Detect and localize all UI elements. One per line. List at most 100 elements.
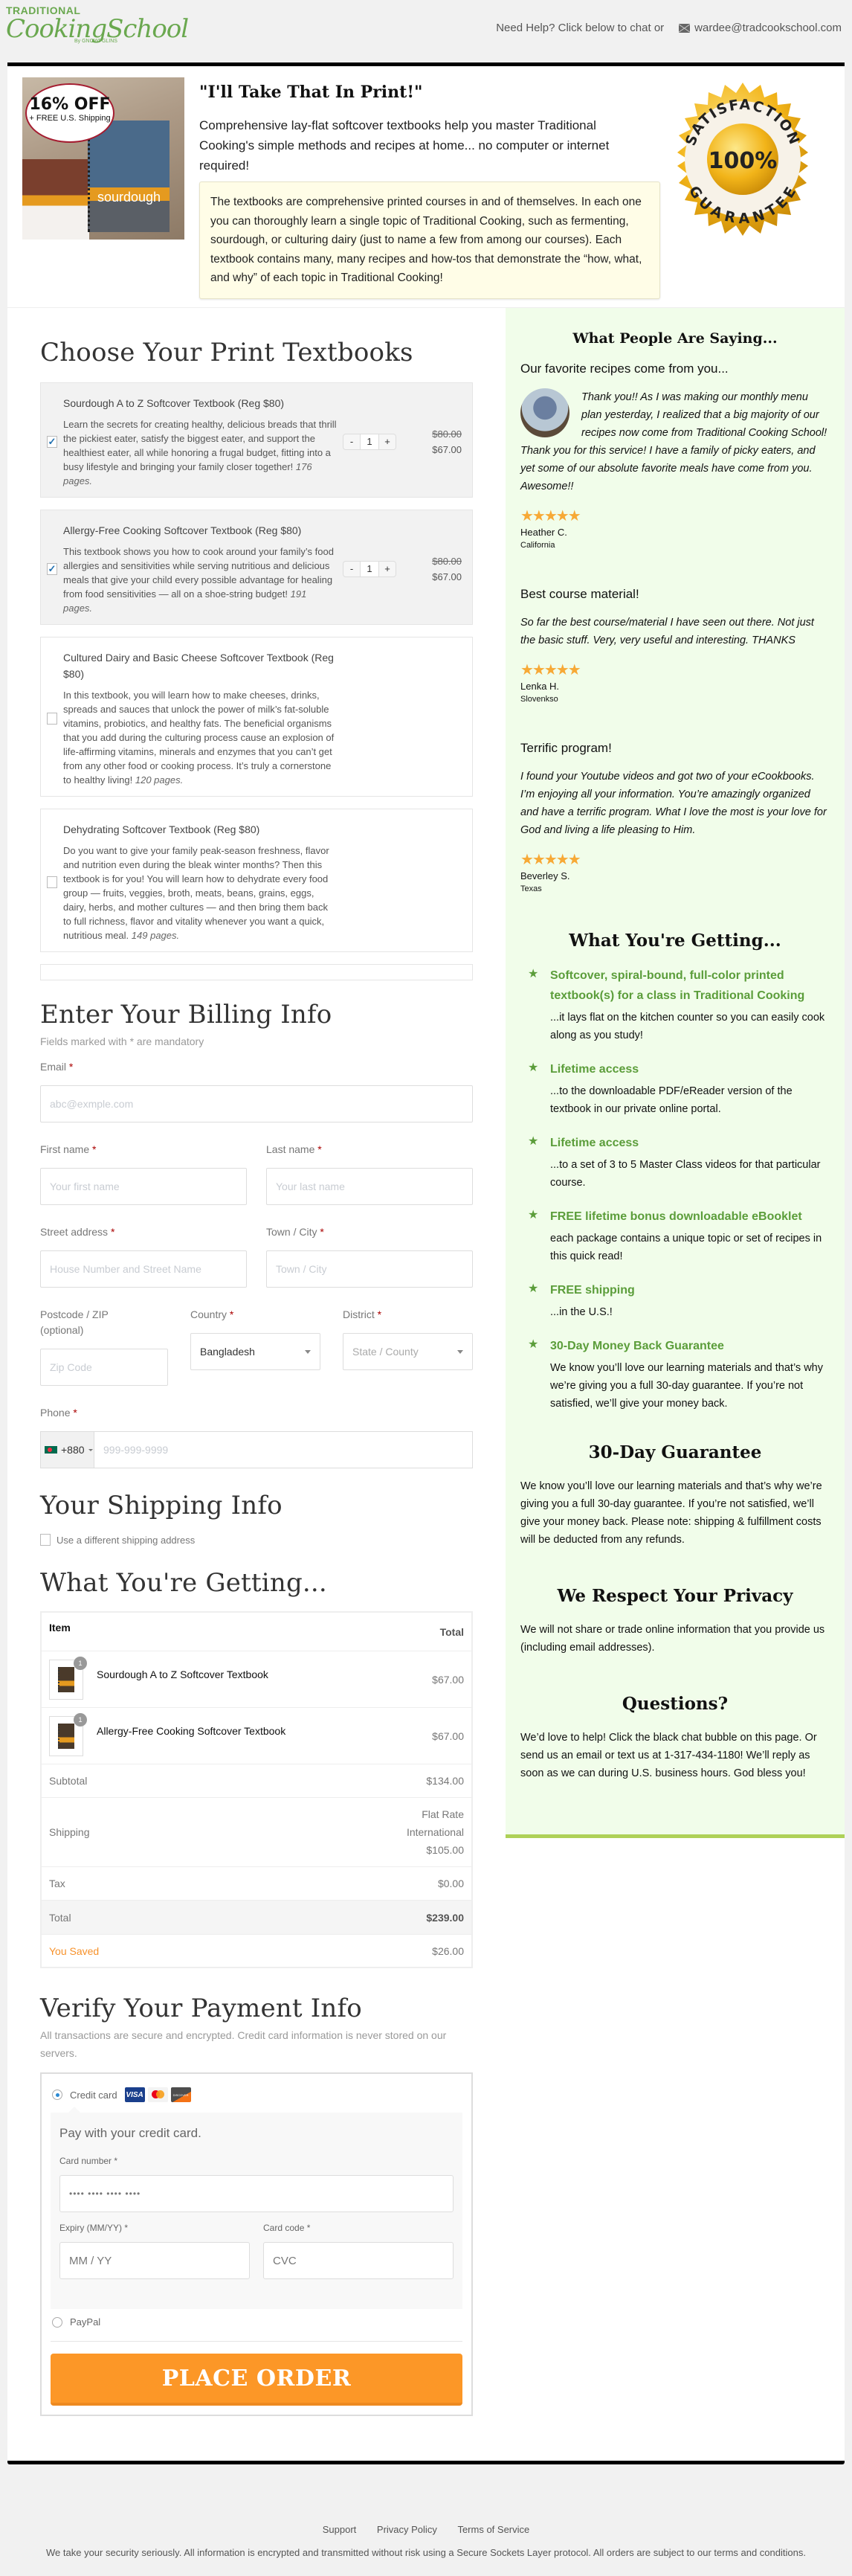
card-code-field[interactable]: CVC xyxy=(263,2242,454,2279)
product-description: This textbook shows you how to cook arou… xyxy=(63,546,334,614)
phone-field[interactable]: 999-999-9999 xyxy=(94,1432,168,1468)
payment-option-credit-card[interactable]: Credit card VISA DISCOVER xyxy=(51,2087,462,2102)
expiry-field[interactable]: MM / YY xyxy=(59,2242,250,2279)
fermentation-book-illustration xyxy=(22,159,89,240)
star-icon: ★ xyxy=(528,1135,539,1148)
product-option[interactable]: Dehydrating Softcover Textbook (Reg $80)… xyxy=(40,809,473,952)
reviewer-location: Slovenkso xyxy=(520,695,558,704)
product-checkbox[interactable]: ✓ xyxy=(47,435,57,448)
credit-card-prompt: Pay with your credit card. xyxy=(59,2126,201,2140)
hero-section: sourdough 16% OFF + FREE U.S. Shipping "… xyxy=(7,66,845,308)
expiry-label: Expiry (MM/YY) * xyxy=(59,2223,129,2233)
product-description: Learn the secrets for creating healthy, … xyxy=(63,419,337,486)
first-name-label: First name * xyxy=(40,1143,97,1155)
product-thumbnail: 1 xyxy=(49,1656,87,1700)
product-prices: $80.00 $67.00 xyxy=(432,426,462,457)
zip-field[interactable]: Zip Code xyxy=(40,1349,168,1386)
product-option[interactable]: ✓ Sourdough A to Z Softcover Textbook (R… xyxy=(40,382,473,498)
quantity-stepper: - 1 + xyxy=(343,433,396,450)
payment-section-title: Verify Your Payment Info xyxy=(40,1994,362,2023)
place-order-button[interactable]: PLACE ORDER xyxy=(51,2354,462,2406)
product-checkbox[interactable]: ✓ xyxy=(47,562,57,575)
reviewer-name: Heather C. xyxy=(520,527,567,538)
envelope-icon xyxy=(679,23,691,33)
star-icon: ★ xyxy=(528,968,539,980)
five-star-rating-icon: ★★★★★ xyxy=(520,852,581,868)
guarantee-text: We know you’ll love our learning materia… xyxy=(520,1480,822,1546)
payment-security-note: All transactions are secure and encrypte… xyxy=(40,2029,447,2059)
paypal-radio[interactable] xyxy=(52,2316,62,2328)
discover-icon: DISCOVER xyxy=(170,2087,191,2102)
qty-plus-button[interactable]: + xyxy=(379,434,396,449)
tax-row: Tax $0.00 xyxy=(42,1867,471,1901)
qty-plus-button[interactable]: + xyxy=(379,562,396,576)
phone-label: Phone * xyxy=(40,1407,77,1419)
product-checkbox[interactable] xyxy=(47,712,57,725)
qty-minus-button[interactable]: - xyxy=(343,434,360,449)
street-address-field[interactable]: House Number and Street Name xyxy=(40,1250,247,1288)
testimonial: Best course material! So far the best co… xyxy=(520,587,830,704)
testimonial: Terrific program! I found your Youtube v… xyxy=(520,741,830,893)
reviewer-avatar xyxy=(520,388,569,437)
site-footer: Support Privacy Policy Terms of Service … xyxy=(0,2464,852,2576)
email-label: Email * xyxy=(40,1061,74,1073)
sale-price: $67.00 xyxy=(432,571,462,582)
support-email-link[interactable]: wardee@tradcookschool.com xyxy=(694,22,842,34)
card-number-field[interactable]: •••• •••• •••• •••• xyxy=(59,2175,454,2212)
savings-row: You Saved $26.00 xyxy=(49,1944,464,1957)
qty-value[interactable]: 1 xyxy=(360,434,379,449)
mandatory-hint: Fields marked with * are mandatory xyxy=(40,1035,204,1047)
qty-minus-button[interactable]: - xyxy=(343,562,360,576)
chevron-down-icon xyxy=(88,1448,93,1451)
site-logo[interactable]: TRADITIONAL CookingSchool By GNOWFGLINS xyxy=(6,4,189,57)
different-shipping-option[interactable]: Use a different shipping address xyxy=(40,1534,473,1546)
privacy-text: We will not share or trade online inform… xyxy=(520,1624,825,1654)
credit-card-panel: Pay with your credit card. Card number *… xyxy=(51,2107,462,2309)
footer-link-privacy[interactable]: Privacy Policy xyxy=(377,2524,437,2535)
shipping-section-title: Your Shipping Info xyxy=(40,1491,283,1520)
product-checkbox[interactable] xyxy=(47,876,57,888)
testimonial-headline: Terrific program! xyxy=(520,741,612,755)
product-option[interactable]: ✓ Allergy-Free Cooking Softcover Textboo… xyxy=(40,510,473,625)
payment-option-paypal[interactable]: PayPal xyxy=(51,2316,462,2342)
city-field[interactable]: Town / City xyxy=(266,1250,473,1288)
card-number-label: Card number * xyxy=(59,2156,118,2166)
card-code-label: Card code * xyxy=(263,2223,311,2233)
last-name-label: Last name * xyxy=(266,1143,322,1155)
textbook-product-image: sourdough 16% OFF + FREE U.S. Shipping xyxy=(22,77,184,240)
district-label: District * xyxy=(343,1308,382,1320)
qty-value[interactable]: 1 xyxy=(360,561,379,576)
testimonial-headline: Our favorite recipes come from you... xyxy=(520,362,729,376)
email-field[interactable]: abc@exmple.com xyxy=(40,1085,473,1122)
payment-methods-box: Credit card VISA DISCOVER Pay with your … xyxy=(40,2072,473,2416)
benefit-item: ★ Lifetime access ...to a set of 3 to 5 Ma… xyxy=(528,1135,821,1189)
order-table-header: Item Total xyxy=(42,1613,471,1651)
sale-price: $67.00 xyxy=(432,443,462,455)
footer-link-terms[interactable]: Terms of Service xyxy=(457,2524,529,2535)
product-option[interactable]: Cultured Dairy and Basic Cheese Softcove… xyxy=(40,637,473,797)
hero-title: "I'll Take That In Print!" xyxy=(199,83,423,102)
credit-card-radio[interactable] xyxy=(52,2090,62,2100)
district-select[interactable]: State / County xyxy=(343,1333,473,1370)
footer-links: Support Privacy Policy Terms of Service xyxy=(0,2524,852,2535)
zip-label: Postcode / ZIP (optional) xyxy=(40,1308,109,1336)
help-text: Need Help? Click below to chat or xyxy=(496,22,665,34)
order-item-total: $67.00 xyxy=(432,1729,464,1742)
country-label: Country * xyxy=(190,1308,234,1320)
product-title: Dehydrating Softcover Textbook (Reg $80) xyxy=(63,823,260,835)
site-header: TRADITIONAL CookingSchool By GNOWFGLINS … xyxy=(0,0,852,62)
svg-text:100%: 100% xyxy=(709,148,778,174)
testimonial-text: So far the best course/material I have s… xyxy=(520,617,814,646)
country-code-select[interactable]: +880 xyxy=(41,1432,94,1468)
footer-link-support[interactable]: Support xyxy=(323,2524,357,2535)
quantity-badge: 1 xyxy=(74,1712,87,1727)
first-name-field[interactable]: Your first name xyxy=(40,1168,247,1205)
five-star-rating-icon: ★★★★★ xyxy=(520,508,581,524)
country-select[interactable]: Bangladesh xyxy=(190,1333,320,1370)
order-item-name: Allergy-Free Cooking Softcover Textbook xyxy=(97,1724,286,1737)
empty-product-slot xyxy=(40,964,473,980)
sidebar: What People Are Saying... Our favorite r… xyxy=(506,308,845,1838)
different-shipping-checkbox[interactable] xyxy=(40,1534,51,1546)
street-address-label: Street address * xyxy=(40,1226,115,1238)
last-name-field[interactable]: Your last name xyxy=(266,1168,473,1205)
